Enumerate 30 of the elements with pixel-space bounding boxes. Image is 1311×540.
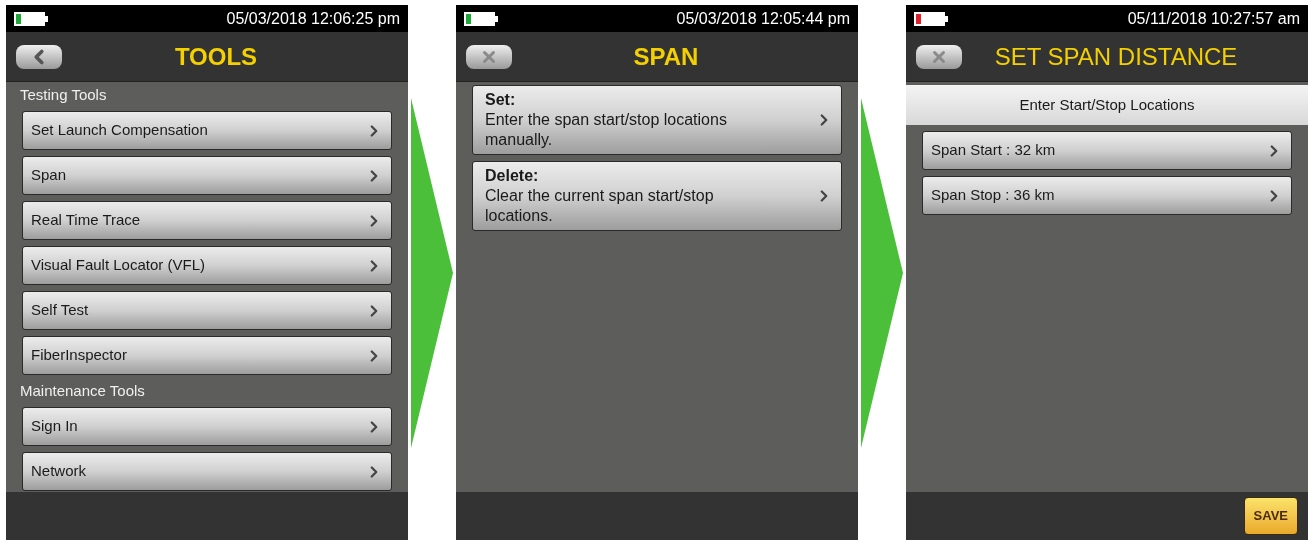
date-time: 05/03/2018 12:05:44 pm [676,8,850,29]
date-time: 05/11/2018 10:27:57 am [1127,8,1300,29]
menu-item[interactable]: Set: Enter the span start/stop locations manually. [472,85,842,155]
menu-item[interactable]: Set Launch Compensation [22,111,392,150]
section-heading: Testing Tools [19,85,108,105]
arrow-icon [861,97,903,448]
close-button[interactable] [466,44,512,69]
instruction-banner: Enter Start/Stop Locations [906,85,1308,125]
menu-item[interactable]: Span Stop : 36 km [922,176,1292,215]
menu-item[interactable]: Span [22,156,392,195]
save-button[interactable]: SAVE [1243,497,1298,535]
back-button[interactable] [16,44,62,69]
date-time: 05/03/2018 12:06:25 pm [226,8,400,29]
battery-icon [914,11,948,26]
menu-item[interactable]: Span Start : 32 km [922,131,1292,170]
section-heading: Maintenance Tools [19,381,146,401]
menu-item[interactable]: Network [22,452,392,491]
screen-title: TOOLS [173,41,259,72]
menu-item[interactable]: FiberInspector [22,336,392,375]
menu-item[interactable]: Sign In [22,407,392,446]
menu-item[interactable]: Self Test [22,291,392,330]
arrow-icon [411,97,453,448]
menu-item[interactable]: Visual Fault Locator (VFL) [22,246,392,285]
menu-item[interactable]: Delete: Clear the current span start/stop locations. [472,161,842,231]
close-button[interactable] [916,44,962,69]
battery-icon [14,11,48,26]
menu-item[interactable]: Real Time Trace [22,201,392,240]
battery-icon [464,11,498,26]
screen-title: SET SPAN DISTANCE [993,41,1239,72]
screen-title: SPAN [632,41,700,72]
